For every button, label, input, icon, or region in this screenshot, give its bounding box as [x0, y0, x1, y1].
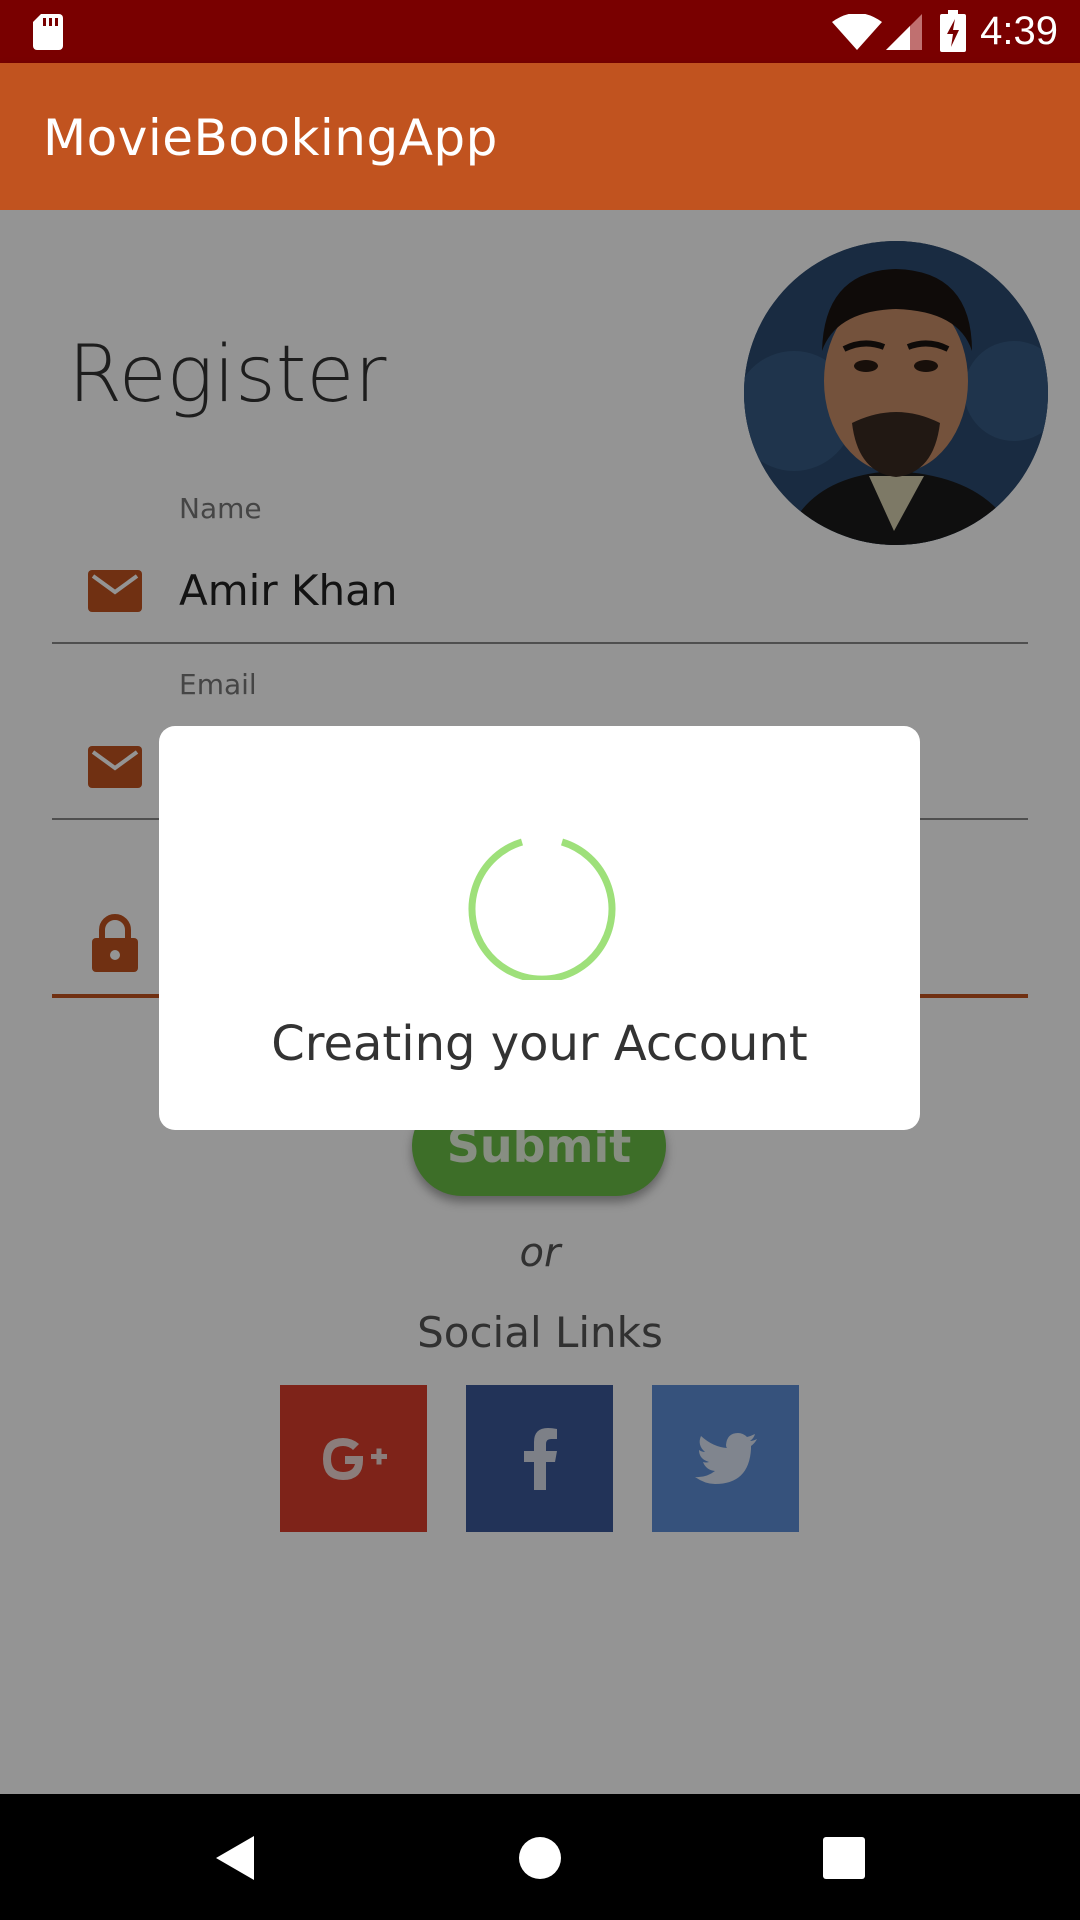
- sd-card-icon: [33, 14, 63, 50]
- recents-icon[interactable]: [823, 1837, 865, 1879]
- wifi-icon: [832, 14, 882, 50]
- status-time: 4:39: [980, 9, 1058, 53]
- app-bar: MovieBookingApp: [0, 63, 1080, 210]
- signal-icon: [886, 14, 922, 50]
- progress-dialog: Creating your Account: [159, 726, 920, 1130]
- back-icon[interactable]: [214, 1834, 256, 1882]
- loading-spinner-icon: [468, 838, 616, 980]
- status-bar: 4:39: [0, 0, 1080, 63]
- app-title: MovieBookingApp: [43, 109, 498, 167]
- home-icon[interactable]: [518, 1836, 562, 1880]
- nav-bar: [0, 1794, 1080, 1920]
- battery-charging-icon: [940, 10, 966, 52]
- dialog-message: Creating your Account: [271, 1016, 808, 1072]
